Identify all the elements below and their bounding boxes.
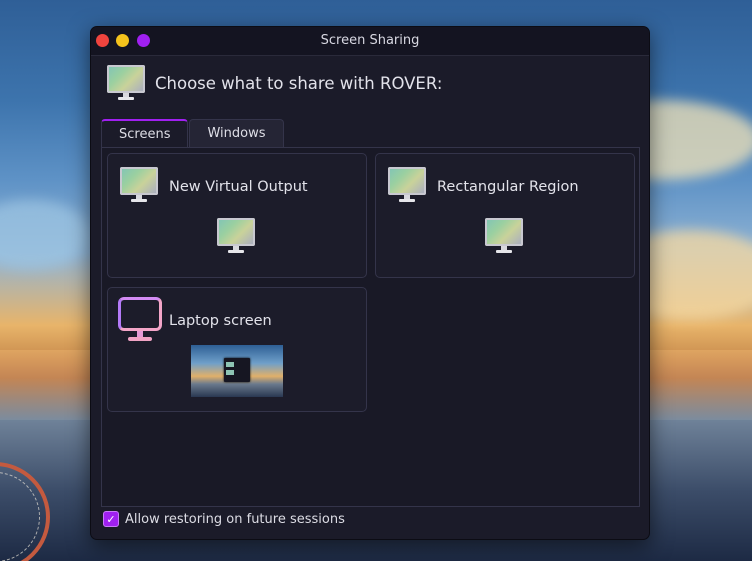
monitor-icon xyxy=(388,167,426,203)
monitor-icon xyxy=(485,218,523,254)
source-label: Laptop screen xyxy=(169,313,272,329)
tab-windows[interactable]: Windows xyxy=(189,119,284,147)
source-card-rectangular-region[interactable]: Rectangular Region xyxy=(375,153,635,278)
sources-panel: New Virtual Output Rectangular Region La… xyxy=(101,147,640,507)
allow-restore-label[interactable]: Allow restoring on future sessions xyxy=(125,512,345,527)
monitor-icon xyxy=(217,218,255,254)
allow-restore-checkbox[interactable]: ✓ xyxy=(103,511,119,527)
monitor-icon xyxy=(107,65,145,101)
title-bar[interactable]: Screen Sharing xyxy=(91,27,649,56)
tab-screens[interactable]: Screens xyxy=(101,119,189,147)
header-prompt: Choose what to share with ROVER: xyxy=(155,73,443,93)
screen-thumbnail xyxy=(191,345,283,397)
source-card-new-virtual-output[interactable]: New Virtual Output xyxy=(107,153,367,278)
window-title: Screen Sharing xyxy=(320,33,420,48)
screen-sharing-dialog: Screen Sharing Choose what to share with… xyxy=(90,26,650,540)
source-label: Rectangular Region xyxy=(437,179,579,195)
restore-option: ✓ Allow restoring on future sessions xyxy=(103,511,345,527)
laptop-monitor-outline-icon xyxy=(118,297,162,343)
source-label: New Virtual Output xyxy=(169,179,308,195)
wallpaper-cloud xyxy=(0,200,90,270)
dialog-header: Choose what to share with ROVER: xyxy=(107,65,442,101)
source-card-laptop-screen[interactable]: Laptop screen xyxy=(107,287,367,412)
tab-bar: Screens Windows xyxy=(101,119,285,147)
monitor-icon xyxy=(120,167,158,203)
